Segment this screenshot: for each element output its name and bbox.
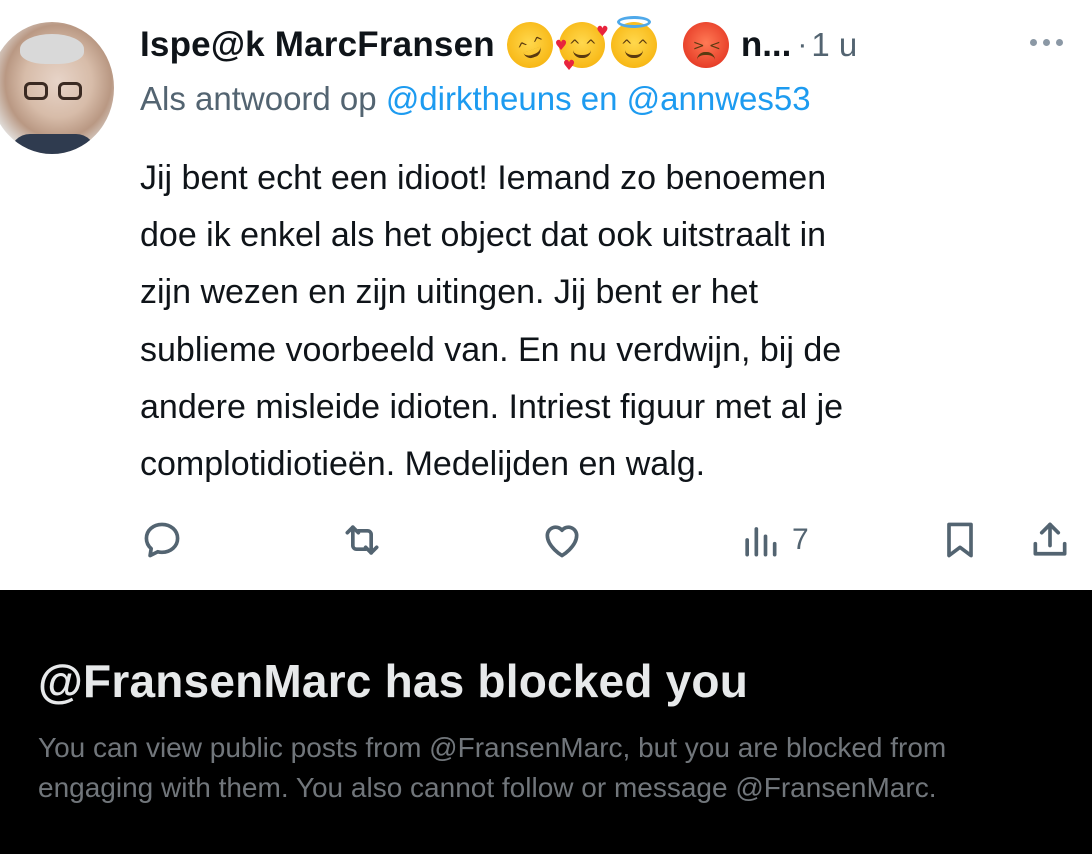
blocked-notice: @FransenMarc has blocked you You can vie… — [0, 590, 1092, 854]
avatar-shirt — [10, 134, 96, 154]
blocked-description: You can view public posts from @FransenM… — [38, 732, 947, 803]
share-icon — [1033, 522, 1067, 556]
smiling-face-with-halo-emoji: ^ ^ — [610, 16, 657, 68]
bookmark-icon — [947, 522, 973, 558]
name-truncated: n... — [740, 25, 792, 64]
like-button[interactable] — [540, 518, 584, 562]
tweet[interactable]: Ispe@k MarcFransen ^ ^ ^ ^ ♥ ♥ ♥ ^ ^ > < n.… — [0, 0, 1092, 590]
rofl-emoji: ^ ^ — [500, 15, 560, 75]
more-options-icon[interactable] — [1030, 30, 1078, 54]
name-emojis: ^ ^ ^ ^ ♥ ♥ ♥ ^ ^ > < — [500, 15, 729, 75]
reply-icon — [144, 522, 180, 558]
separator-dot: · — [797, 28, 808, 61]
repost-button[interactable] — [340, 518, 384, 562]
smiling-face-with-hearts-emoji: ^ ^ ♥ ♥ ♥ — [554, 22, 609, 74]
tweet-text-line: andere misleide idioten. Intriest figuur… — [140, 387, 844, 426]
repost-icon — [345, 525, 379, 555]
angry-face-emoji: > < — [682, 22, 729, 68]
reply-button[interactable] — [140, 518, 184, 562]
tweet-text-line: Jij bent echt een idioot! Iemand zo beno… — [140, 159, 827, 197]
views-button[interactable]: 7 — [738, 518, 809, 562]
bookmark-button[interactable] — [938, 518, 982, 562]
reply-prefix: Als antwoord op — [140, 80, 377, 117]
reply-context: Als antwoord op @dirktheuns en @annwes53 — [140, 80, 811, 118]
tweet-text-line: complotidiotieën. Medelijden en walg. — [140, 445, 706, 484]
tweet-header: Ispe@k MarcFransen ^ ^ ^ ^ ♥ ♥ ♥ ^ ^ > < n.… — [140, 15, 857, 75]
blocked-title: @FransenMarc has blocked you — [38, 655, 748, 707]
views-count: 7 — [792, 523, 809, 556]
display-name[interactable]: Ispe@k MarcFransen — [140, 25, 495, 65]
mention-link-dirktheuns[interactable]: @dirktheuns — [386, 80, 572, 117]
avatar-glasses — [24, 82, 82, 100]
share-button[interactable] — [1028, 518, 1072, 562]
tweet-text-line: sublieme voorbeeld van. En nu verdwijn, … — [140, 330, 842, 369]
mention-joiner[interactable]: en — [581, 80, 618, 117]
action-bar: 7 — [0, 510, 1092, 570]
heart-icon — [545, 525, 579, 558]
avatar-hair — [20, 34, 84, 64]
tweet-text-line: zijn wezen en zijn uitingen. Jij bent er… — [140, 273, 759, 312]
tweet-text: Jij bent echt een idioot! Iemand zo beno… — [140, 150, 1075, 493]
tweet-text-line: doe ik enkel als het object dat ook uits… — [140, 216, 827, 255]
avatar[interactable] — [0, 22, 114, 154]
views-chart-icon — [745, 527, 777, 557]
tweet-timestamp[interactable]: 1 u — [811, 26, 857, 64]
mention-link-annwes53[interactable]: @annwes53 — [627, 80, 811, 117]
